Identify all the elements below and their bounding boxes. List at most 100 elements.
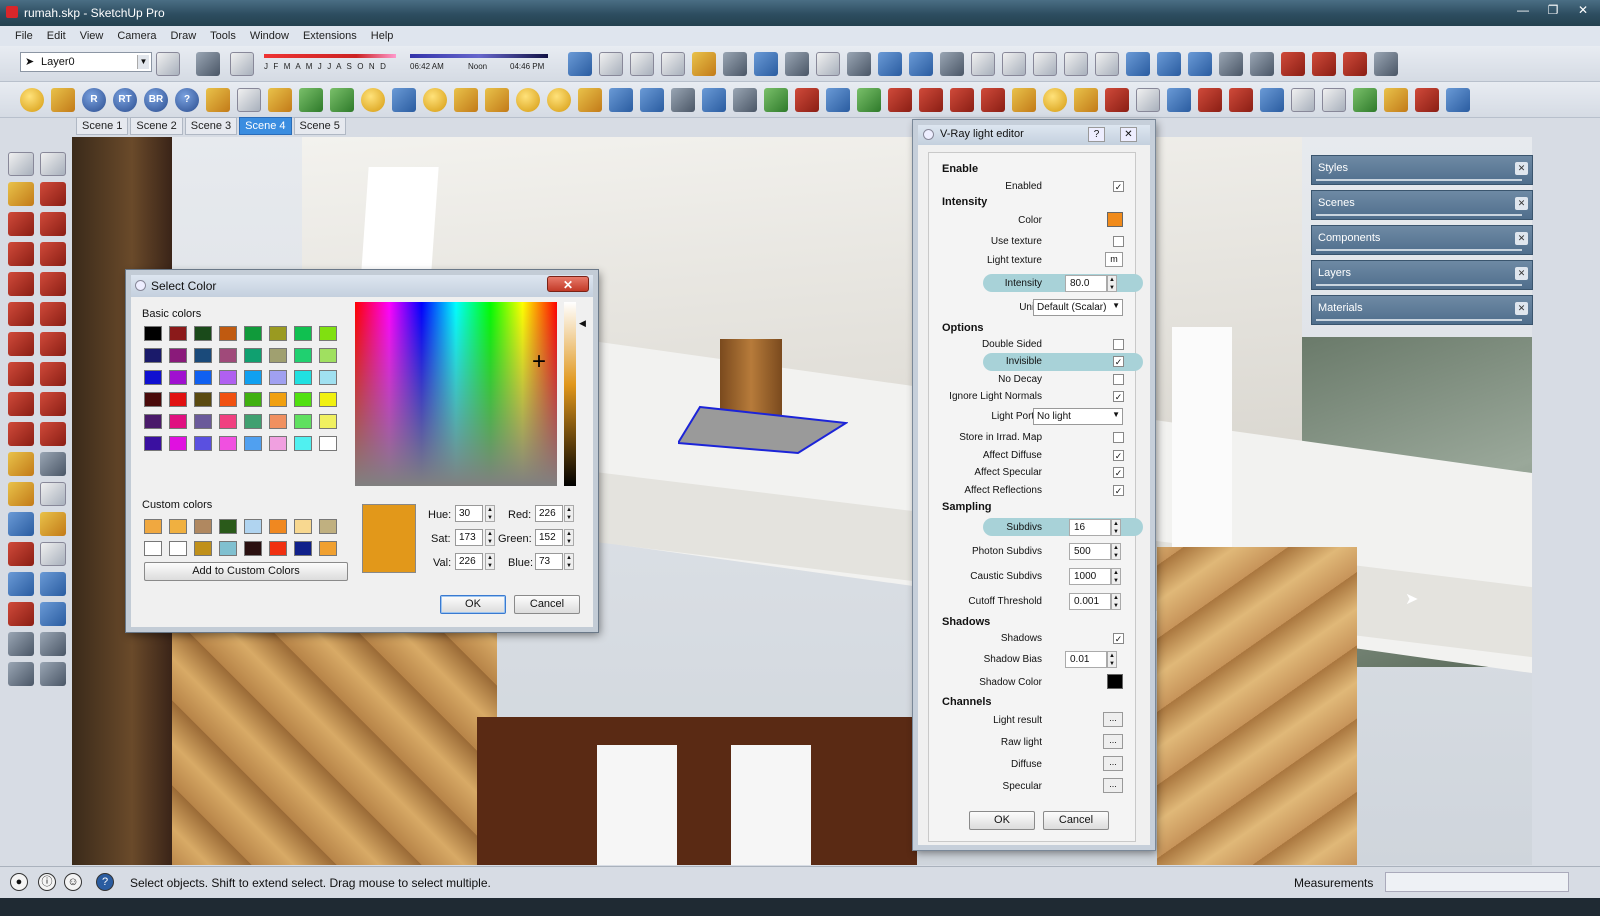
- zoom-window-tool-icon[interactable]: [40, 572, 66, 596]
- intensity-spinner[interactable]: ▲ ▼: [1107, 275, 1117, 292]
- basic-color-swatch[interactable]: [269, 370, 287, 385]
- basic-color-swatch[interactable]: [244, 392, 262, 407]
- extension-warehouse-icon[interactable]: [1312, 52, 1336, 76]
- text-tool-icon[interactable]: [1415, 88, 1439, 112]
- home-icon[interactable]: [1002, 52, 1026, 76]
- spot-light-icon[interactable]: [454, 88, 478, 112]
- protractor-icon[interactable]: [8, 482, 34, 506]
- proxy-icon[interactable]: [299, 88, 323, 112]
- cylinder-icon[interactable]: [671, 88, 695, 112]
- tab-scene-4[interactable]: Scene 4: [239, 117, 292, 135]
- footprints-icon[interactable]: [8, 662, 34, 686]
- color-spectrum[interactable]: [355, 302, 557, 486]
- basic-color-swatch[interactable]: [194, 326, 212, 341]
- basic-color-swatch[interactable]: [194, 392, 212, 407]
- sphere-icon[interactable]: [237, 88, 261, 112]
- slider-arrow-icon[interactable]: ◀: [579, 318, 586, 329]
- circle-icon[interactable]: [8, 272, 34, 296]
- right-view-icon[interactable]: [661, 52, 685, 76]
- channel-options-button[interactable]: ...: [1103, 778, 1123, 793]
- hue-spinner[interactable]: ▲ ▼: [485, 505, 495, 522]
- component-icon[interactable]: [816, 52, 840, 76]
- menu-help[interactable]: Help: [364, 30, 401, 42]
- custom-color-swatch[interactable]: [244, 519, 262, 534]
- section-plane-tool-icon[interactable]: [40, 662, 66, 686]
- chevron-down-icon[interactable]: ▼: [137, 55, 149, 69]
- basic-color-swatch[interactable]: [269, 436, 287, 451]
- instructor-icon[interactable]: ?: [96, 873, 114, 891]
- tape-measure-icon[interactable]: [8, 452, 34, 476]
- basic-color-swatch[interactable]: [169, 348, 187, 363]
- cancel-button[interactable]: Cancel: [514, 595, 580, 614]
- custom-color-swatch[interactable]: [144, 519, 162, 534]
- credits-icon[interactable]: ⓘ: [38, 873, 56, 891]
- previous-view-icon[interactable]: [40, 602, 66, 626]
- basic-color-swatch[interactable]: [219, 414, 237, 429]
- green-field[interactable]: 152: [535, 529, 563, 546]
- custom-color-swatch[interactable]: [169, 519, 187, 534]
- rectangle-icon[interactable]: [8, 242, 34, 266]
- basic-color-swatch[interactable]: [219, 436, 237, 451]
- basic-color-swatch[interactable]: [219, 348, 237, 363]
- basic-color-swatch[interactable]: [244, 326, 262, 341]
- time-slider[interactable]: 06:42 AM Noon 04:46 PM: [410, 50, 552, 76]
- basic-color-swatch[interactable]: [169, 414, 187, 429]
- basic-color-swatch[interactable]: [244, 370, 262, 385]
- caustic-subdivs-field[interactable]: 1000: [1069, 568, 1111, 585]
- group-icon[interactable]: [847, 52, 871, 76]
- basic-color-swatch[interactable]: [319, 370, 337, 385]
- texture-map-button[interactable]: m: [1105, 252, 1123, 267]
- plugin-a-icon[interactable]: [1219, 52, 1243, 76]
- zoom-extents-icon[interactable]: [1229, 88, 1253, 112]
- zoom-previous-icon[interactable]: [1260, 88, 1284, 112]
- basic-color-swatch[interactable]: [144, 370, 162, 385]
- dimension-icon[interactable]: [40, 452, 66, 476]
- close-button[interactable]: ✕: [1570, 2, 1596, 20]
- layer-manager-icon[interactable]: [156, 52, 180, 76]
- basic-color-swatch[interactable]: [244, 348, 262, 363]
- globe-icon[interactable]: [1043, 88, 1067, 112]
- help-icon[interactable]: ?: [175, 88, 199, 112]
- ies-light-icon[interactable]: [485, 88, 509, 112]
- shadow-toggle-icon[interactable]: [196, 52, 220, 76]
- 3d-text-icon[interactable]: [40, 512, 66, 536]
- pause-icon[interactable]: [392, 88, 416, 112]
- double-sided-checkbox[interactable]: [1113, 339, 1124, 350]
- tray-components[interactable]: Components ✕: [1311, 225, 1533, 255]
- knife-icon[interactable]: [733, 88, 757, 112]
- garage-icon[interactable]: [1095, 52, 1119, 76]
- tools-icon[interactable]: [1074, 88, 1098, 112]
- xray-style-icon[interactable]: [723, 52, 747, 76]
- custom-color-swatch[interactable]: [269, 541, 287, 556]
- affect-reflections-checkbox[interactable]: ✓: [1113, 485, 1124, 496]
- ruby-icon[interactable]: [1281, 52, 1305, 76]
- custom-color-swatch[interactable]: [144, 541, 162, 556]
- close-icon[interactable]: ✕: [1515, 232, 1528, 245]
- axes-tool-icon[interactable]: [8, 512, 34, 536]
- scale-icon[interactable]: [8, 422, 34, 446]
- basic-color-swatch[interactable]: [144, 414, 162, 429]
- zoom-tool-icon[interactable]: [8, 572, 34, 596]
- green-spinner[interactable]: ▲ ▼: [564, 529, 574, 546]
- drape-icon[interactable]: [826, 88, 850, 112]
- freehand-icon[interactable]: [40, 212, 66, 236]
- val-field[interactable]: 226: [455, 553, 483, 570]
- ok-button[interactable]: OK: [440, 595, 506, 614]
- cutoff-field[interactable]: 0.001: [1069, 593, 1111, 610]
- move-icon[interactable]: [8, 362, 34, 386]
- make-component-icon[interactable]: [40, 152, 66, 176]
- measurements-input[interactable]: [1385, 872, 1569, 892]
- select-tool-icon[interactable]: [8, 152, 34, 176]
- basic-color-swatch[interactable]: [269, 348, 287, 363]
- shadow-color-swatch[interactable]: [1107, 674, 1123, 689]
- channel-options-button[interactable]: ...: [1103, 712, 1123, 727]
- vray-ok-button[interactable]: OK: [969, 811, 1035, 830]
- zoom-icon[interactable]: [1167, 88, 1191, 112]
- photon-subdivs-spinner[interactable]: ▲ ▼: [1111, 543, 1121, 560]
- selected-light-plane[interactable]: [678, 405, 848, 455]
- sat-field[interactable]: 173: [455, 529, 483, 546]
- ignore-normals-checkbox[interactable]: ✓: [1113, 391, 1124, 402]
- affect-diffuse-checkbox[interactable]: ✓: [1113, 450, 1124, 461]
- photon-subdivs-field[interactable]: 500: [1069, 543, 1111, 560]
- basic-color-swatch[interactable]: [269, 326, 287, 341]
